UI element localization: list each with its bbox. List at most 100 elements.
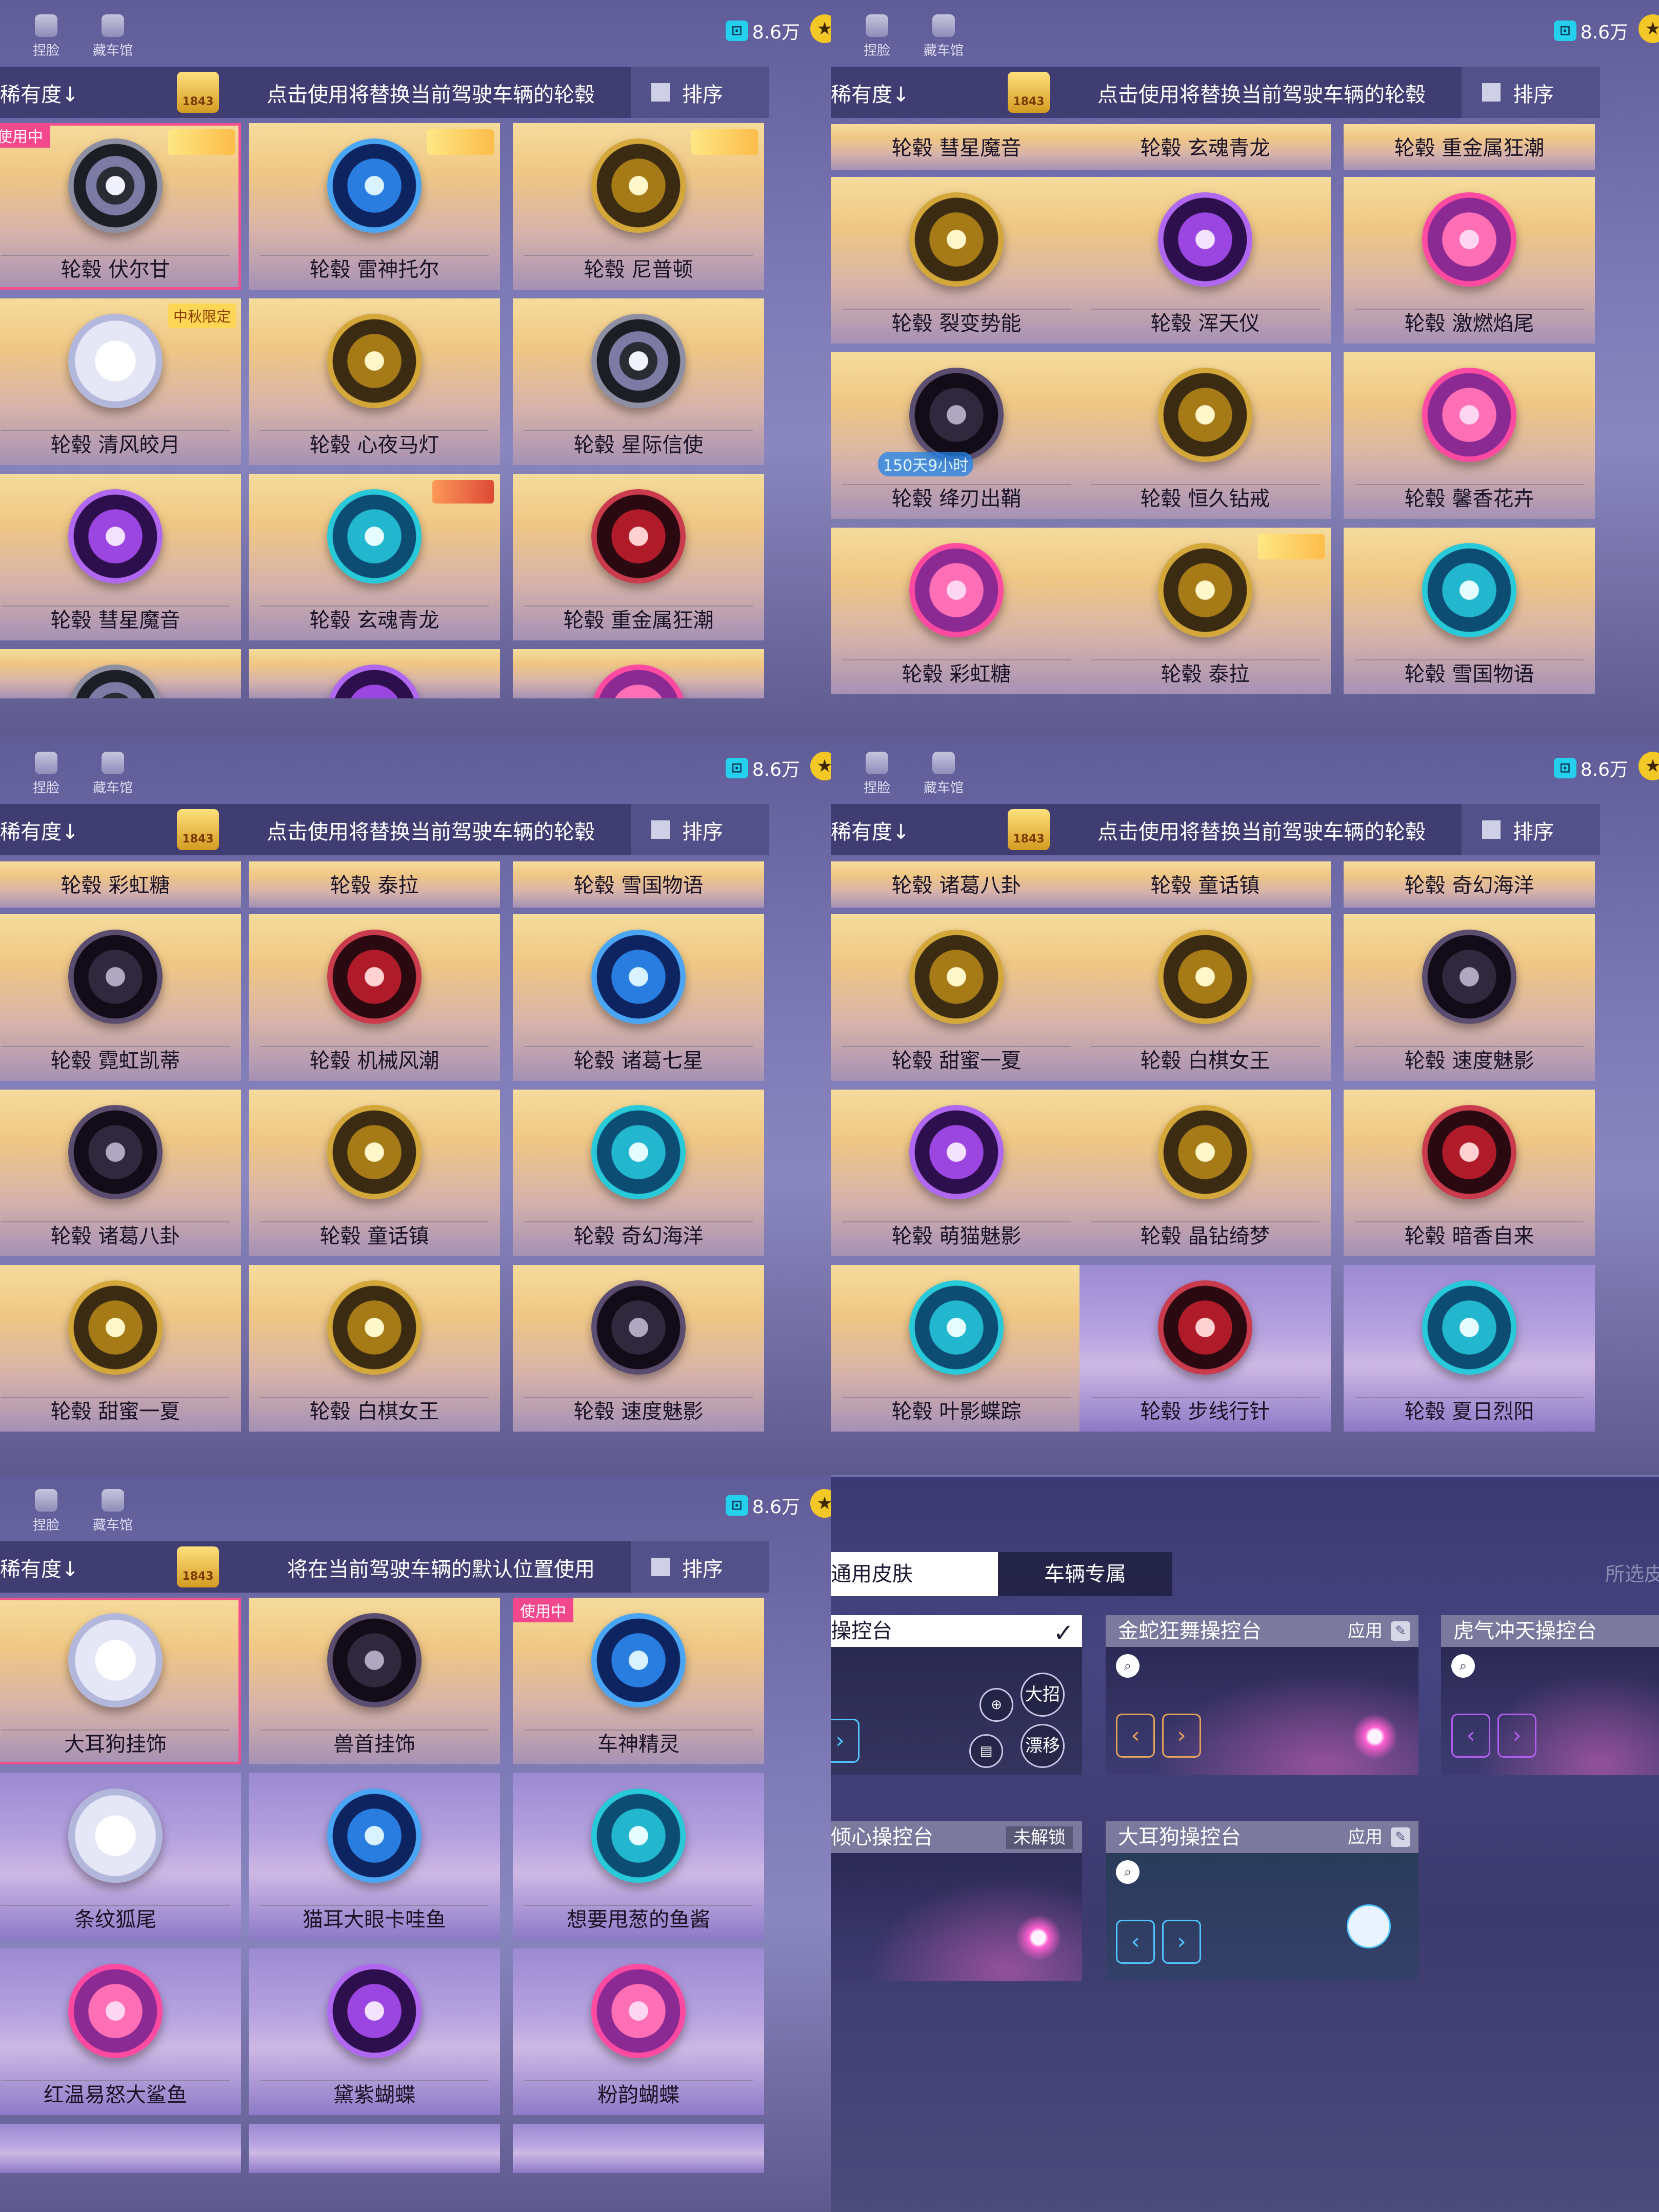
wheel-card[interactable] [249,649,500,698]
wheel-card[interactable]: 使用中 轮毂 伏尔甘 [0,123,241,290]
magnify-icon[interactable]: ⌕ [1116,1654,1140,1678]
ornament-card[interactable]: 条纹狐尾 [0,1773,241,1940]
sort-button[interactable]: 排序 [1462,804,1600,855]
tab-vehicle-exclusive[interactable]: 车辆专属 [998,1552,1172,1596]
ornament-card[interactable]: 使用中 车神精灵 [513,1598,764,1764]
ornament-card[interactable]: 兽首挂饰 [249,1598,500,1764]
wheel-card[interactable]: 轮毂 雪国物语 [1344,528,1595,694]
wheel-card[interactable] [513,649,764,698]
wheel-card[interactable]: 轮毂 夏日烈阳 [1344,1265,1595,1432]
wheel-card[interactable]: 轮毂 甜蜜一夏 [0,1265,241,1432]
wheel-card[interactable]: 轮毂 彩虹糖 [0,861,241,908]
tab-general-skins[interactable]: 通用皮肤 [831,1552,998,1596]
face-button[interactable]: 捏脸 [841,752,913,798]
garage-button[interactable]: 藏车馆 [77,752,149,798]
garage-button[interactable]: 藏车馆 [77,14,149,61]
wheel-card[interactable]: 轮毂 诸葛七星 [513,914,764,1081]
console-skin-card[interactable]: 操控台 ✓ › ⊕ 大招 ▤ 漂移 [831,1615,1082,1775]
sort-rarity[interactable]: 稀有度↓ [831,815,910,845]
garage-button[interactable]: 藏车馆 [908,752,980,798]
left-arrow-icon: ‹ [1116,1920,1155,1964]
wheel-card[interactable]: 轮毂 白棋女王 [249,1265,500,1432]
wheel-card[interactable]: 轮毂 暗香自来 [1344,1090,1595,1256]
wheel-card[interactable]: 轮毂 重金属狂潮 [513,474,764,640]
ornament-card[interactable]: 红温易怒大鲨鱼 [0,1948,241,2115]
sort-button[interactable]: 排序 [631,67,769,118]
filter-bar: 稀有度↓ 1843 点击使用将替换当前驾驶车辆的轮毂 排序 [831,67,1600,118]
wheel-card[interactable]: 轮毂 心夜马灯 [249,298,500,465]
wheel-card[interactable]: 轮毂 叶影蝶踪 [831,1265,1082,1432]
wheel-card[interactable]: 轮毂 雷神托尔 [249,123,500,290]
wheel-card[interactable]: 轮毂 彗星魔音 [831,124,1082,170]
wheel-card[interactable]: 轮毂 白棋女王 [1080,914,1331,1081]
ornament-card[interactable]: 粉韵蝴蝶 [513,1948,764,2115]
sort-button[interactable]: 排序 [631,804,769,855]
garage-button[interactable]: 藏车馆 [77,1489,149,1535]
wheel-card[interactable]: 轮毂 彗星魔音 [0,474,241,640]
ornament-card[interactable]: 想要甩葱的鱼酱 [513,1773,764,1940]
magnify-icon[interactable]: ⌕ [1451,1654,1475,1678]
wheel-card[interactable]: 轮毂 泰拉 [249,861,500,908]
ornament-card[interactable]: 猫耳大眼卡哇鱼 [249,1773,500,1940]
edit-icon[interactable]: ✎ [1391,1827,1410,1847]
wheel-card[interactable]: 150天9小时 轮毂 绛刃出鞘 [831,352,1082,519]
wheel-card[interactable]: 中秋限定 轮毂 清风皎月 [0,298,241,465]
ornament-card[interactable] [513,2124,764,2173]
coin-icon: ⊡ [1553,758,1576,778]
wheel-card[interactable]: 轮毂 恒久钻戒 [1080,352,1331,519]
sort-button[interactable]: 排序 [631,1541,769,1593]
wheel-card[interactable]: 轮毂 雪国物语 [513,861,764,908]
wheel-card[interactable]: 轮毂 奇幻海洋 [1344,861,1595,908]
wheel-card[interactable]: 轮毂 机械风潮 [249,914,500,1081]
wheel-card[interactable]: 轮毂 重金属狂潮 [1344,124,1595,170]
wheel-card[interactable]: 轮毂 诸葛八卦 [0,1090,241,1256]
wheel-card[interactable]: 轮毂 彩虹糖 [831,528,1082,694]
wheel-card[interactable]: 轮毂 萌猫魅影 [831,1090,1082,1256]
ornament-card[interactable] [0,2124,241,2173]
face-button[interactable]: 捏脸 [10,752,82,798]
face-button[interactable]: 捏脸 [10,1489,82,1535]
wheel-card[interactable]: 轮毂 裂变势能 [831,177,1082,344]
ornament-card[interactable]: 黛紫蝴蝶 [249,1948,500,2115]
wheel-card[interactable] [0,649,241,698]
console-skin-card[interactable]: 大耳狗操控台 应用 ✎ ⌕ ‹ › [1106,1821,1418,1981]
wheel-card[interactable]: 轮毂 激燃焰尾 [1344,177,1595,344]
magnify-icon[interactable]: ⌕ [1116,1860,1140,1884]
wheel-image [68,1280,163,1375]
wheel-card[interactable]: 轮毂 晶钻绮梦 [1080,1090,1331,1256]
console-skin-card[interactable]: 倾心操控台 未解锁 [831,1821,1082,1981]
myth-collection-badge [168,129,235,155]
ornament-card[interactable] [249,2124,500,2173]
wheel-card[interactable]: 轮毂 甜蜜一夏 [831,914,1082,1081]
sort-button[interactable]: 排序 [1462,67,1600,118]
sort-rarity[interactable]: 稀有度↓ [831,78,910,108]
wheel-card[interactable]: 轮毂 玄魂青龙 [1080,124,1331,170]
wheel-card[interactable]: 轮毂 星际信使 [513,298,764,465]
wheel-card[interactable]: 轮毂 奇幻海洋 [513,1090,764,1256]
sort-rarity[interactable]: 稀有度↓ [0,815,79,845]
wheel-card[interactable]: 轮毂 馨香花卉 [1344,352,1595,519]
apply-button[interactable]: 应用 [1348,1615,1383,1647]
sort-rarity[interactable]: 稀有度↓ [0,1553,79,1582]
wheel-card[interactable]: 轮毂 霓虹凯蒂 [0,914,241,1081]
wheel-card[interactable]: 轮毂 速度魅影 [1344,914,1595,1081]
console-skin-card[interactable]: 虎气冲天操控台 ⌕ ‹ › [1441,1615,1659,1775]
edit-icon[interactable]: ✎ [1391,1621,1410,1641]
wheel-card[interactable]: 轮毂 童话镇 [249,1090,500,1256]
wheel-card[interactable]: 轮毂 玄魂青龙 [249,474,500,640]
garage-button[interactable]: 藏车馆 [908,14,980,61]
wheel-card[interactable]: 轮毂 诸葛八卦 [831,861,1082,908]
wheel-card[interactable]: 轮毂 速度魅影 [513,1265,764,1432]
face-button[interactable]: 捏脸 [10,14,82,61]
wheel-card[interactable]: 轮毂 步线行针 [1080,1265,1331,1432]
wheel-card[interactable]: 轮毂 浑天仪 [1080,177,1331,344]
wheel-card[interactable]: 轮毂 童话镇 [1080,861,1331,908]
ornament-card[interactable]: 大耳狗挂饰 [0,1598,241,1764]
wheel-card[interactable]: 轮毂 泰拉 [1080,528,1331,694]
face-button[interactable]: 捏脸 [841,14,913,61]
console-skin-card[interactable]: 金蛇狂舞操控台 应用 ✎ ⌕ ‹ › [1106,1615,1418,1775]
apply-button[interactable]: 应用 [1348,1821,1383,1853]
face-icon [35,1489,57,1512]
wheel-card[interactable]: 轮毂 尼普顿 [513,123,764,290]
sort-rarity[interactable]: 稀有度↓ [0,78,79,108]
